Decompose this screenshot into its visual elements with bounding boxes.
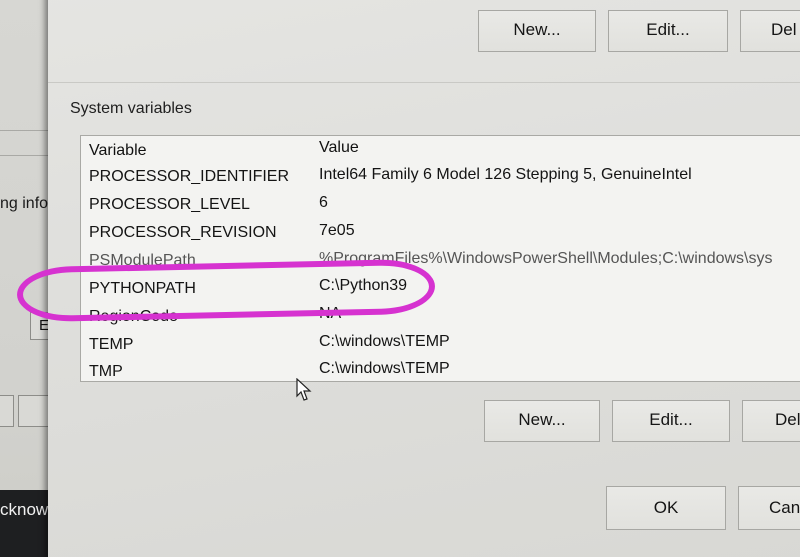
ok-button[interactable]: OK [606, 486, 726, 530]
divider [0, 130, 50, 131]
variable-value: C:\Python39 [319, 277, 408, 294]
system-edit-button[interactable]: Edit... [612, 400, 730, 442]
table-row[interactable]: TMP C:\windows\TEMP [81, 358, 800, 381]
variable-name: PROCESSOR_IDENTIFIER [89, 168, 290, 185]
user-new-button[interactable]: New... [478, 10, 596, 52]
background-text: cknow [0, 500, 49, 519]
variable-name: TEMP [89, 336, 134, 353]
table-row[interactable]: PSModulePath %ProgramFiles%\WindowsPower… [81, 247, 800, 275]
variable-value: Intel64 Family 6 Model 126 Stepping 5, G… [319, 166, 692, 183]
cancel-button[interactable]: Can [738, 486, 800, 530]
variable-name: PROCESSOR_LEVEL [89, 196, 250, 213]
variable-name: PSModulePath [89, 252, 196, 269]
variable-name: TMP [89, 363, 123, 380]
system-new-button[interactable]: New... [484, 400, 600, 442]
system-variables-list[interactable]: Variable Value PROCESSOR_IDENTIFIER Inte… [80, 135, 800, 382]
environment-variables-dialog: New... Edit... Del System variables Vari… [48, 0, 800, 557]
variable-value: 7e05 [319, 222, 355, 239]
divider [48, 82, 800, 83]
variable-value: C:\windows\TEMP [319, 333, 450, 350]
system-variables-label: System variables [70, 100, 192, 117]
background-button[interactable] [0, 395, 14, 427]
background-button[interactable] [18, 395, 50, 427]
background-edit-button[interactable]: E [30, 312, 50, 340]
column-header-value[interactable]: Value [319, 136, 359, 163]
user-edit-button[interactable]: Edit... [608, 10, 728, 52]
system-delete-button[interactable]: Del [742, 400, 800, 442]
variable-name: RegionCode [89, 308, 178, 325]
background-window: ng info E cknow [0, 0, 50, 557]
table-row[interactable]: PROCESSOR_LEVEL 6 [81, 191, 800, 219]
background-text: ng info [0, 195, 49, 212]
variable-value: 6 [319, 194, 328, 211]
variable-value: %ProgramFiles%\WindowsPowerShell\Modules… [319, 250, 773, 267]
user-delete-button[interactable]: Del [740, 10, 800, 52]
screen: ng info E cknow New... Edit... Del Syste… [0, 0, 800, 557]
divider [0, 155, 50, 156]
table-row[interactable]: RegionCode NA [81, 303, 800, 331]
variable-name: PROCESSOR_REVISION [89, 224, 277, 241]
table-row[interactable]: PROCESSOR_IDENTIFIER Intel64 Family 6 Mo… [81, 163, 800, 191]
variable-name: PYTHONPATH [89, 280, 196, 297]
variable-value: NA [319, 305, 342, 322]
table-row-pythonpath[interactable]: PYTHONPATH C:\Python39 [81, 275, 800, 303]
mouse-cursor-icon [296, 378, 312, 401]
variable-value: C:\windows\TEMP [319, 360, 450, 377]
table-row[interactable]: PROCESSOR_REVISION 7e05 [81, 219, 800, 247]
column-header-variable[interactable]: Variable [89, 136, 147, 166]
